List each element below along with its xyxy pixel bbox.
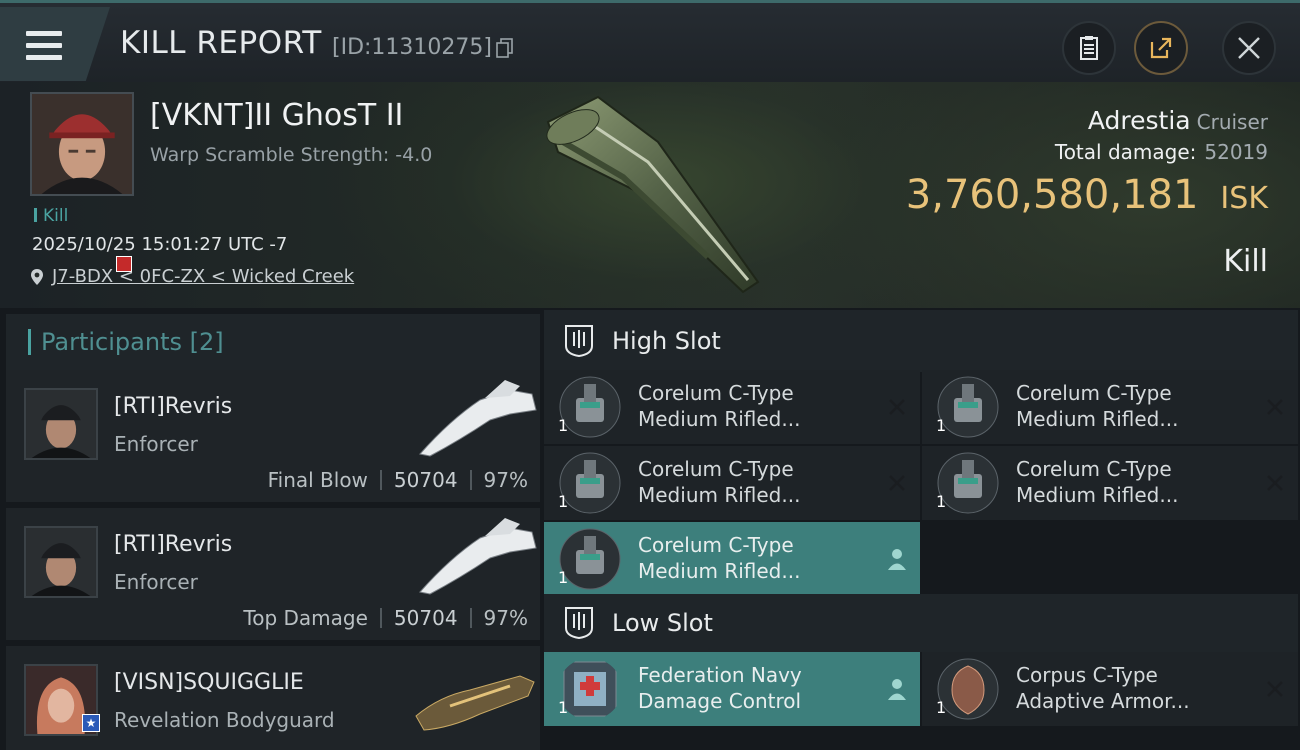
module-name: Corelum C-Type Medium Rifled... <box>638 533 801 583</box>
kill-datetime: 2025/10/25 15:01:27 UTC -7 <box>32 234 288 255</box>
participant-name: [RTI]Revris <box>114 532 233 557</box>
destroyed-x-icon <box>889 475 905 491</box>
location-pin-icon <box>31 268 43 285</box>
module-item-dropped[interactable]: 1 Federation Navy Damage Control <box>544 652 920 726</box>
kill-id: [ID:11310275] <box>332 35 492 60</box>
participants-panel: Participants [2] [RTI]Revris Enforcer Fi… <box>0 308 540 750</box>
participant-damage: 50704 <box>393 606 458 630</box>
low-slot-header: Low Slot <box>544 594 1298 652</box>
module-quantity: 1 <box>936 492 947 511</box>
participant-ship: Revelation Bodyguard <box>114 708 335 732</box>
participants-header: Participants [2] <box>6 314 540 370</box>
module-name: Corelum C-Type Medium Rifled... <box>1016 381 1179 431</box>
module-quantity: 1 <box>558 416 569 435</box>
module-item[interactable]: 1 Corelum C-Type Medium Rifled... <box>922 446 1298 520</box>
total-damage: Total damage: 52019 <box>1055 140 1268 164</box>
victim-banner: [VKNT]II GhosT II Warp Scramble Strength… <box>0 82 1300 308</box>
module-name: Corelum C-Type Medium Rifled... <box>1016 457 1179 507</box>
module-item[interactable]: 1 Corelum C-Type Medium Rifled... <box>544 446 920 520</box>
destroyed-x-icon <box>1267 475 1283 491</box>
participant-avatar <box>24 526 98 598</box>
clipboard-icon <box>1080 36 1098 60</box>
participant-ship-image <box>419 380 537 457</box>
module-quantity: 1 <box>558 492 569 511</box>
menu-icon <box>26 31 62 61</box>
menu-button[interactable] <box>0 7 110 81</box>
participant-avatar <box>24 388 98 460</box>
isk-value: 3,760,580,181 ISK <box>906 172 1268 218</box>
participant-name: [RTI]Revris <box>114 394 233 419</box>
module-item[interactable]: 1 Corelum C-Type Medium Rifled... <box>544 370 920 444</box>
ship-name: Adrestia <box>1087 106 1191 135</box>
participant-stats: Top Damage 50704 97% <box>243 606 528 630</box>
destroyed-x-icon <box>1267 399 1283 415</box>
page-title: KILL REPORT <box>120 25 322 61</box>
location-link[interactable]: J7-BDX < 0FC-ZX < Wicked Creek <box>52 266 354 287</box>
pilot-icon <box>888 679 906 700</box>
star-badge-icon: ★ <box>82 714 100 732</box>
module-name: Corelum C-Type Medium Rifled... <box>638 381 801 431</box>
share-button[interactable] <box>1134 21 1188 75</box>
pilot-icon <box>888 549 906 570</box>
header-bar: KILL REPORT [ID:11310275] <box>0 0 1300 82</box>
module-quantity: 1 <box>558 568 569 587</box>
participant-damage: 50704 <box>393 468 458 492</box>
high-slot-header: High Slot <box>544 310 1298 372</box>
module-name: Federation Navy Damage Control <box>638 663 802 713</box>
kill-result: Kill <box>1223 244 1268 279</box>
victim-name: [VKNT]II GhosT II <box>150 98 404 133</box>
participant-ship-image <box>419 518 537 595</box>
module-name: Corelum C-Type Medium Rifled... <box>638 457 801 507</box>
kill-tag: Kill <box>34 206 68 226</box>
kill-location[interactable]: J7-BDX < 0FC-ZX < Wicked Creek <box>30 266 354 287</box>
participant-role: Top Damage <box>243 606 368 630</box>
close-icon <box>1238 37 1260 59</box>
destroyed-x-icon <box>889 399 905 415</box>
high-slot-title: High Slot <box>612 327 721 355</box>
close-button[interactable] <box>1222 21 1276 75</box>
clipboard-button[interactable] <box>1062 21 1116 75</box>
total-damage-label: Total damage: <box>1054 140 1197 164</box>
total-damage-value: 52019 <box>1204 140 1268 164</box>
victim-ship-image <box>546 95 760 294</box>
participant-name: [VISN]SQUIGGLIE <box>114 670 304 695</box>
participant-percent: 97% <box>483 606 528 630</box>
participant-ship: Enforcer <box>114 570 198 594</box>
victim-ship: Adrestia Cruiser <box>1088 106 1268 135</box>
share-icon <box>1150 37 1172 59</box>
module-item-dropped[interactable]: 1 Corelum C-Type Medium Rifled... <box>544 522 920 596</box>
participant-row[interactable]: ★ [VISN]SQUIGGLIE Revelation Bodyguard <box>6 646 540 750</box>
isk-unit: ISK <box>1220 181 1268 216</box>
participants-label: Participants <box>41 328 182 356</box>
module-item[interactable]: 1 Corelum C-Type Medium Rifled... <box>922 370 1298 444</box>
module-quantity: 1 <box>558 698 569 717</box>
participant-row[interactable]: [RTI]Revris Enforcer Top Damage 50704 97% <box>6 508 540 640</box>
low-slot-icon <box>565 607 593 640</box>
isk-amount: 3,760,580,181 <box>905 172 1199 218</box>
victim-avatar[interactable] <box>30 92 134 196</box>
participant-ship-image <box>415 675 535 731</box>
high-slot-icon <box>565 325 593 358</box>
module-name: Corpus C-Type Adaptive Armor... <box>1016 663 1190 713</box>
ship-class: Cruiser <box>1196 110 1268 134</box>
participant-stats: Final Blow 50704 97% <box>268 468 528 492</box>
participant-percent: 97% <box>483 468 528 492</box>
participant-role: Final Blow <box>267 468 368 492</box>
warp-scramble-strength: Warp Scramble Strength: -4.0 <box>150 144 433 166</box>
module-quantity: 1 <box>936 416 947 435</box>
copy-icon[interactable] <box>496 38 514 58</box>
module-item[interactable]: 1 Corpus C-Type Adaptive Armor... <box>922 652 1298 726</box>
module-quantity: 1 <box>936 698 947 717</box>
low-slot-title: Low Slot <box>612 609 713 637</box>
participant-ship: Enforcer <box>114 432 198 456</box>
participant-row[interactable]: [RTI]Revris Enforcer Final Blow 50704 97% <box>6 370 540 502</box>
destroyed-x-icon <box>1267 681 1283 697</box>
participants-count: [2] <box>189 328 224 356</box>
